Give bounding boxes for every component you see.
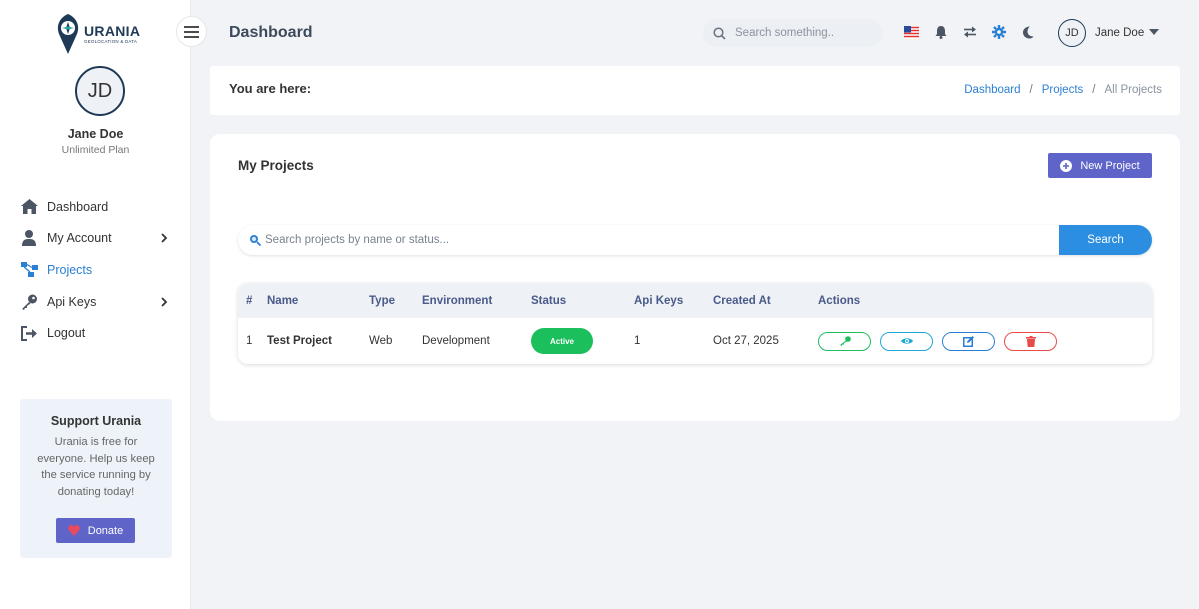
status-badge: Active	[531, 328, 593, 354]
global-search	[703, 19, 883, 47]
search-icon	[250, 235, 261, 246]
sidebar-item-my-account[interactable]: My Account	[0, 223, 191, 255]
column-header: Name	[267, 294, 299, 307]
donate-button[interactable]: Donate	[56, 518, 135, 543]
view-action-button[interactable]	[880, 331, 933, 351]
breadcrumb-link-projects[interactable]: Projects	[1042, 84, 1084, 96]
logo-name: URANIA	[84, 22, 141, 39]
projects-card: My Projects New Project Search # Name Ty…	[210, 134, 1180, 421]
cell-name: Test Project	[267, 335, 332, 347]
sidebar-item-api-keys[interactable]: Api Keys	[0, 286, 191, 318]
projects-icon	[20, 261, 38, 279]
global-search-input[interactable]	[735, 27, 870, 39]
projects-search-button[interactable]: Search	[1059, 225, 1152, 255]
cell-actions	[818, 331, 1152, 351]
support-box: Support Urania Urania is free for everyo…	[20, 399, 172, 558]
urania-logo[interactable]: URANIA GEOLOCATION & DATA	[55, 12, 140, 56]
user-icon	[20, 229, 38, 247]
donate-label: Donate	[87, 524, 124, 537]
new-project-button[interactable]: New Project	[1048, 153, 1152, 178]
sidebar-item-label: Dashboard	[47, 199, 109, 214]
table-header: # Name Type Environment Status Api Keys …	[238, 283, 1152, 318]
swap-icon[interactable]	[962, 24, 978, 40]
header-user-name[interactable]: Jane Doe	[1095, 27, 1144, 39]
key-icon	[839, 336, 851, 346]
breadcrumb-separator: /	[1029, 84, 1033, 96]
bell-icon[interactable]	[933, 24, 949, 40]
moon-icon[interactable]	[1020, 24, 1036, 40]
new-project-label: New Project	[1080, 159, 1140, 172]
column-header: Type	[369, 294, 395, 307]
eye-icon	[900, 338, 913, 344]
gear-icon[interactable]	[991, 24, 1007, 40]
sidebar-item-projects[interactable]: Projects	[0, 254, 191, 286]
sidebar: URANIA GEOLOCATION & DATA JD Jane Doe Un…	[0, 0, 191, 609]
caret-down-icon[interactable]	[1149, 29, 1159, 35]
sidebar-item-logout[interactable]: Logout	[0, 317, 191, 349]
breadcrumb: Dashboard / Projects / All Projects	[964, 84, 1162, 96]
table-row: 1 Test Project Web Development Active 1 …	[238, 318, 1152, 364]
breadcrumb-current: All Projects	[1104, 84, 1162, 96]
chevron-right-icon	[161, 233, 168, 244]
projects-title: My Projects	[238, 158, 314, 173]
trash-icon	[1025, 335, 1036, 347]
projects-search: Search	[238, 225, 1152, 255]
projects-search-input[interactable]	[265, 234, 1059, 246]
page-title: Dashboard	[229, 24, 313, 41]
support-text: Urania is free for everyone. Help us kee…	[37, 436, 155, 498]
sidebar-user-name: Jane Doe	[67, 127, 124, 141]
chevron-right-icon	[161, 296, 168, 307]
cell-environment: Development	[422, 335, 490, 347]
column-header: Status	[531, 294, 567, 307]
projects-table: # Name Type Environment Status Api Keys …	[238, 283, 1152, 364]
breadcrumb-card: You are here: Dashboard / Projects / All…	[210, 66, 1180, 115]
cell-created-at: Oct 27, 2025	[713, 335, 779, 347]
sidebar-item-label: Projects	[47, 262, 93, 277]
breadcrumb-separator: /	[1092, 84, 1096, 96]
header-avatar[interactable]: JD	[1058, 19, 1086, 47]
sidebar-item-label: Api Keys	[47, 294, 97, 309]
search-icon	[713, 26, 726, 40]
heart-icon	[67, 525, 80, 536]
edit-icon	[963, 335, 974, 347]
us-flag-icon[interactable]	[903, 24, 919, 40]
sidebar-item-label: Logout	[47, 326, 86, 341]
delete-action-button[interactable]	[1004, 331, 1057, 351]
logo-tagline: GEOLOCATION & DATA	[84, 38, 138, 44]
breadcrumb-label: You are here:	[229, 81, 312, 96]
home-icon	[20, 198, 38, 216]
column-header: Api Keys	[634, 294, 684, 307]
cell-index: 1	[246, 335, 253, 347]
key-icon	[20, 293, 38, 311]
sidebar-avatar: JD	[75, 66, 125, 116]
breadcrumb-link-dashboard[interactable]: Dashboard	[964, 84, 1020, 96]
edit-action-button[interactable]	[942, 331, 995, 351]
sidebar-item-dashboard[interactable]: Dashboard	[0, 191, 191, 223]
menu-toggle-button[interactable]	[176, 16, 207, 47]
column-header: Created At	[713, 294, 771, 307]
support-title: Support Urania	[50, 414, 142, 428]
sidebar-item-label: My Account	[47, 231, 112, 246]
cell-api-keys: 1	[634, 335, 641, 347]
cell-status: Active	[531, 328, 634, 354]
sidebar-nav: Dashboard My Account Projects Api Keys L…	[0, 191, 191, 349]
column-header: Actions	[818, 294, 861, 307]
api-keys-action-button[interactable]	[818, 331, 871, 351]
logout-icon	[20, 324, 38, 342]
cell-type: Web	[369, 335, 393, 347]
plus-circle-icon	[1060, 159, 1073, 172]
sidebar-user-plan: Unlimited Plan	[61, 144, 130, 156]
urania-logo-icon	[57, 14, 79, 54]
column-header: Environment	[422, 294, 493, 307]
hamburger-icon	[184, 25, 199, 38]
column-header: #	[246, 294, 253, 307]
